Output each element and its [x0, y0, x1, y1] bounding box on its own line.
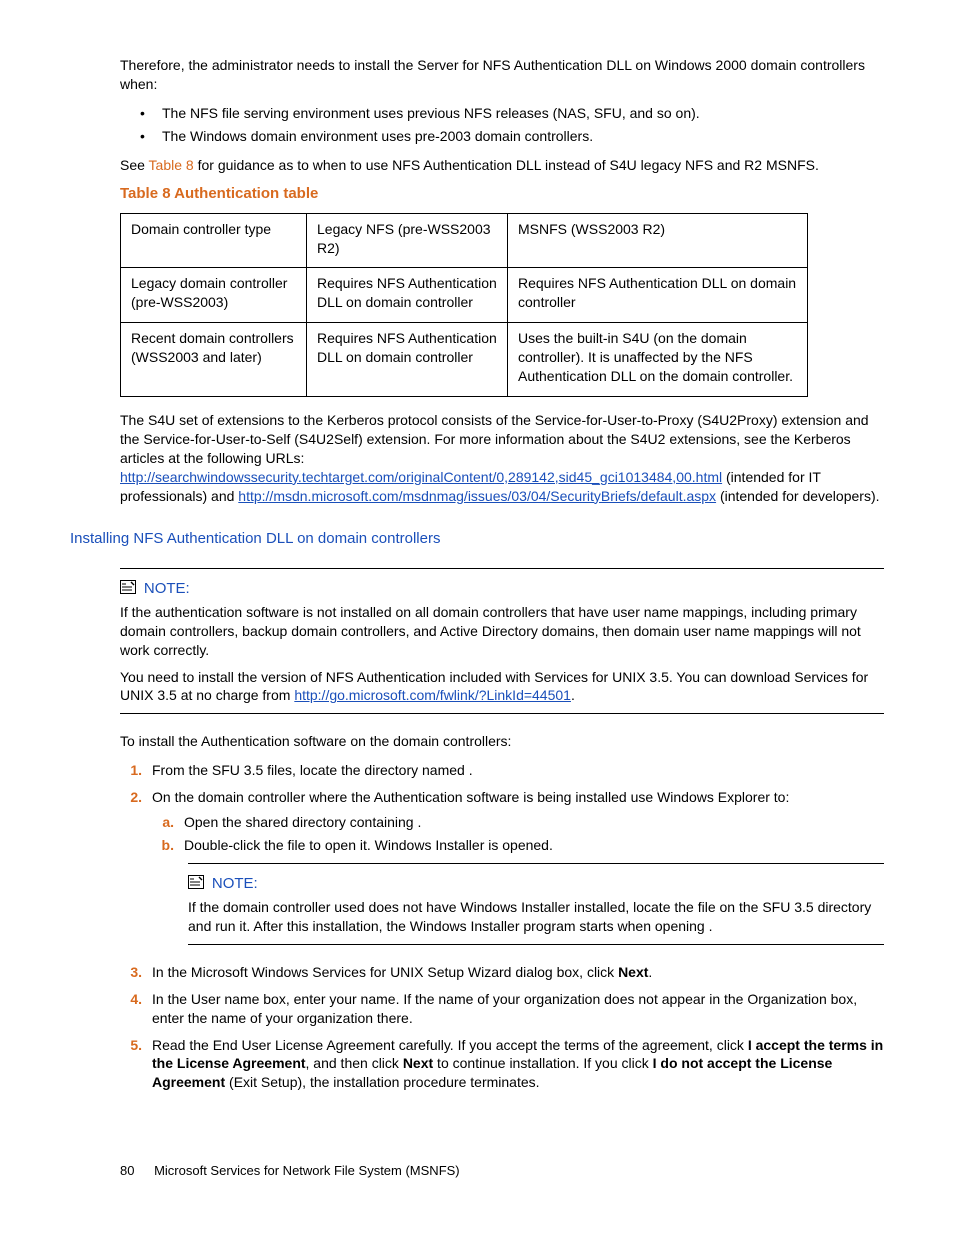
- step-marker: 5.: [120, 1036, 142, 1093]
- table-caption: Table 8 Authentication table: [120, 184, 884, 204]
- see-table-paragraph: See Table 8 for guidance as to when to u…: [120, 156, 884, 175]
- table-cell: MSNFS (WSS2003 R2): [508, 213, 808, 268]
- table-cell: Requires NFS Authentication DLL on domai…: [307, 268, 508, 323]
- note-icon: [120, 580, 136, 594]
- step-text: From the SFU 3.5 files, locate the direc…: [152, 761, 884, 780]
- step-marker: 4.: [120, 990, 142, 1028]
- note-text: If the domain controller used does not h…: [188, 898, 884, 936]
- step-text: On the domain controller where the Authe…: [152, 788, 884, 807]
- step-text: Read the End User License Agreement care…: [152, 1036, 884, 1093]
- intro-bullets: The NFS file serving environment uses pr…: [120, 104, 884, 146]
- note-text: You need to install the version of NFS A…: [120, 668, 884, 706]
- bullet-item: The Windows domain environment uses pre-…: [120, 127, 884, 146]
- step-marker: 2.: [120, 788, 142, 955]
- chapter-title: Microsoft Services for Network File Syst…: [154, 1163, 460, 1178]
- substep-text: Open the shared directory containing .: [184, 813, 884, 832]
- intro-paragraph: Therefore, the administrator needs to in…: [120, 56, 884, 94]
- substep-text: Double-click the file to open it. Window…: [184, 836, 884, 855]
- note-label: NOTE:: [144, 580, 190, 597]
- table-cell: Legacy domain controller (pre-WSS2003): [121, 268, 307, 323]
- table-cell: Requires NFS Authentication DLL on domai…: [508, 268, 808, 323]
- substep-marker: b.: [152, 836, 174, 855]
- table-cell: Legacy NFS (pre-WSS2003 R2): [307, 213, 508, 268]
- note-text: If the authentication software is not in…: [120, 603, 884, 660]
- bullet-item: The NFS file serving environment uses pr…: [120, 104, 884, 123]
- table-cell: Requires NFS Authentication DLL on domai…: [307, 323, 508, 397]
- download-link[interactable]: http://go.microsoft.com/fwlink/?LinkId=4…: [294, 687, 571, 703]
- install-steps: 1. From the SFU 3.5 files, locate the di…: [120, 761, 884, 1092]
- note-icon: [188, 875, 204, 889]
- step-text: In the User name box, enter your name. I…: [152, 990, 884, 1028]
- msdn-link[interactable]: http://msdn.microsoft.com/msdnmag/issues…: [238, 488, 716, 504]
- table-cell: Domain controller type: [121, 213, 307, 268]
- substep-marker: a.: [152, 813, 174, 832]
- authentication-table: Domain controller type Legacy NFS (pre-W…: [120, 213, 808, 397]
- page-number: 80: [120, 1162, 134, 1180]
- page-footer: 80 Microsoft Services for Network File S…: [120, 1162, 884, 1180]
- table-cell: Recent domain controllers (WSS2003 and l…: [121, 323, 307, 397]
- s4u-paragraph: The S4U set of extensions to the Kerbero…: [120, 411, 884, 505]
- techtarget-link[interactable]: http://searchwindowssecurity.techtarget.…: [120, 469, 722, 485]
- table-8-link[interactable]: Table 8: [149, 157, 194, 173]
- section-heading: Installing NFS Authentication DLL on dom…: [70, 529, 884, 549]
- step-text: In the Microsoft Windows Services for UN…: [152, 963, 884, 982]
- install-intro: To install the Authentication software o…: [120, 732, 884, 751]
- inner-note-block: NOTE: If the domain controller used does…: [188, 863, 884, 945]
- sub-steps: a. Open the shared directory containing …: [152, 813, 884, 855]
- note-label: NOTE:: [212, 875, 258, 892]
- step-marker: 1.: [120, 761, 142, 780]
- table-cell: Uses the built-in S4U (on the domain con…: [508, 323, 808, 397]
- note-block: NOTE: If the authentication software is …: [120, 568, 884, 715]
- step-marker: 3.: [120, 963, 142, 982]
